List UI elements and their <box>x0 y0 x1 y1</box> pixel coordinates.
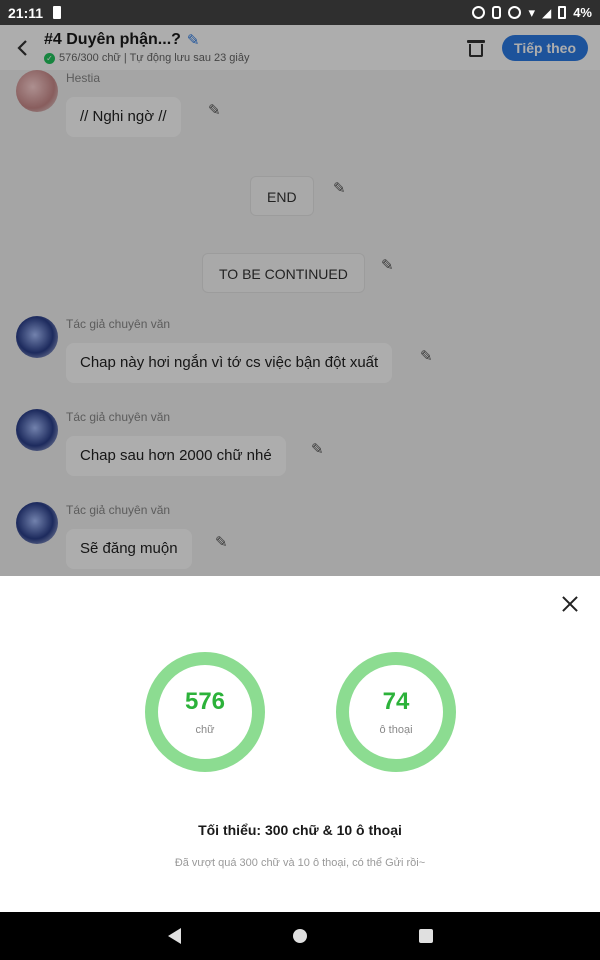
title-area: #4 Duyên phận...? ✎ ✓ 576/300 chữ | Tự đ… <box>44 31 466 64</box>
nav-home-icon[interactable] <box>292 929 307 943</box>
word-count-sheet: 576 chữ 74 ô thoại Tối thiểu: 300 chữ & … <box>0 576 600 912</box>
pencil-icon[interactable]: ✎ <box>333 179 346 197</box>
word-count-ring: 576 chữ <box>145 652 265 772</box>
requirement-hint: Đã vượt quá 300 chữ và 10 ô thoại, có th… <box>174 857 426 869</box>
next-button[interactable]: Tiếp theo <box>502 34 588 61</box>
dialogue-count-unit: ô thoại <box>379 724 413 736</box>
message-bubble[interactable]: Sẽ đăng muộn <box>66 529 192 569</box>
message-bubble[interactable]: Chap sau hơn 2000 chữ nhé <box>66 436 286 476</box>
pencil-icon[interactable]: ✎ <box>381 256 394 274</box>
message-bubble[interactable]: Chap này hơi ngắn vì tớ cs việc bận đột … <box>66 343 393 383</box>
word-status: 576/300 chữ | Tự động lưu sau 23 giây <box>59 52 250 64</box>
message-bubble[interactable]: TO BE CONTINUED <box>202 253 365 293</box>
close-icon[interactable] <box>560 594 580 614</box>
pencil-icon[interactable]: ✎ <box>420 347 433 365</box>
do-not-disturb-icon <box>508 6 522 19</box>
navigation-bar <box>0 912 600 960</box>
status-time: 21:11 <box>8 4 44 21</box>
avatar[interactable] <box>16 316 58 358</box>
back-button[interactable] <box>10 36 34 60</box>
pencil-icon[interactable]: ✎ <box>311 440 324 458</box>
nav-recents-icon[interactable] <box>418 929 433 943</box>
dialogue-count-value: 74 <box>382 688 410 715</box>
message-bubble[interactable]: // Nghi ngờ // <box>66 97 181 137</box>
check-icon: ✓ <box>44 52 55 64</box>
status-bar: 21:11 ▾ ◢ 4% <box>0 0 600 25</box>
word-count-unit: chữ <box>195 724 215 736</box>
edit-title-icon[interactable]: ✎ <box>187 31 200 49</box>
avatar[interactable] <box>16 409 58 451</box>
message-bubble[interactable]: END <box>250 176 314 216</box>
nav-back-icon[interactable] <box>167 928 181 944</box>
signal-icon: ◢ <box>541 5 552 20</box>
word-count-value: 576 <box>184 688 226 715</box>
avatar[interactable] <box>16 502 58 544</box>
battery-percent: 4% <box>573 5 592 20</box>
pencil-icon[interactable]: ✎ <box>215 533 228 551</box>
battery-saver-icon <box>53 6 62 19</box>
chevron-left-icon <box>17 39 27 56</box>
pencil-icon[interactable]: ✎ <box>208 101 221 119</box>
wifi-icon: ▾ <box>528 4 535 20</box>
dialogue-count-ring: 74 ô thoại <box>336 652 456 772</box>
chapter-title: #4 Duyên phận...? <box>44 31 181 48</box>
app-header: #4 Duyên phận...? ✎ ✓ 576/300 chữ | Tự đ… <box>0 25 600 70</box>
chat-area[interactable]: Hestia // Nghi ngờ // ✎ END ✎ TO BE CONT… <box>0 70 600 576</box>
sender-name: Tác giả chuyên văn <box>66 503 171 517</box>
battery-icon <box>558 6 567 19</box>
minimum-requirement: Tối thiểu: 300 chữ & 10 ô thoại <box>198 822 402 838</box>
sender-name: Tác giả chuyên văn <box>66 410 171 424</box>
vibrate-icon <box>492 6 502 19</box>
trash-icon[interactable] <box>466 38 486 58</box>
sender-name: Hestia <box>66 71 101 85</box>
alarm-icon <box>472 6 486 19</box>
sender-name: Tác giả chuyên văn <box>66 317 171 331</box>
avatar[interactable] <box>16 70 58 112</box>
